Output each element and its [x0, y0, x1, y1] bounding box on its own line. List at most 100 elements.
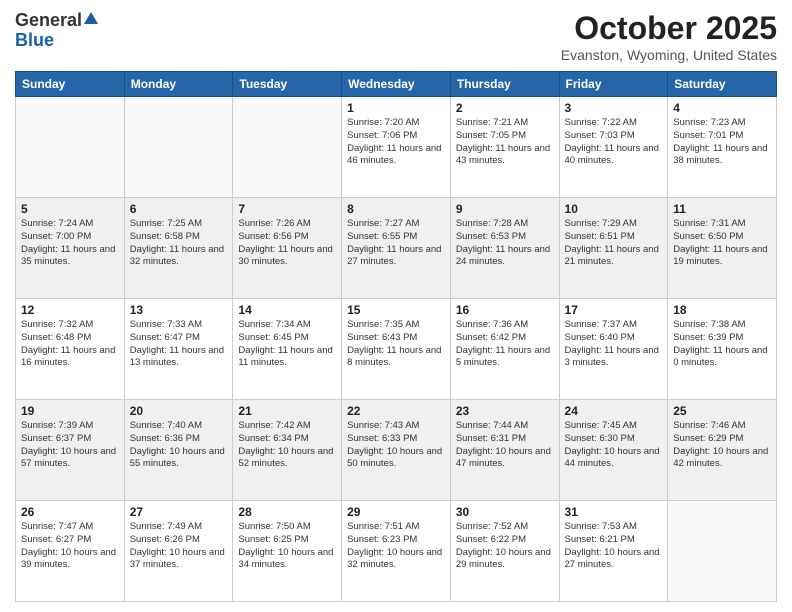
day-info: Sunrise: 7:46 AM Sunset: 6:29 PM Dayligh…	[673, 420, 771, 471]
calendar-cell: 11 Sunrise: 7:31 AM Sunset: 6:50 PM Dayli…	[668, 198, 777, 299]
day-number: 24	[565, 404, 663, 418]
calendar-cell: 14 Sunrise: 7:34 AM Sunset: 6:45 PM Dayli…	[233, 299, 342, 400]
day-number: 10	[565, 202, 663, 216]
day-info: Sunrise: 7:23 AM Sunset: 7:01 PM Dayligh…	[673, 117, 771, 168]
calendar-cell: 17Sunrise: 7:37 AM Sunset: 6:40 PM Dayli…	[559, 299, 668, 400]
day-info: Sunrise: 7:21 AM Sunset: 7:05 PM Dayligh…	[456, 117, 554, 168]
day-number: 17	[565, 303, 663, 317]
day-number: 18	[673, 303, 771, 317]
calendar-cell: 25 Sunrise: 7:46 AM Sunset: 6:29 PM Dayli…	[668, 400, 777, 501]
day-number: 12	[21, 303, 119, 317]
day-info: Sunrise: 7:38 AM Sunset: 6:39 PM Dayligh…	[673, 319, 771, 370]
calendar-cell	[16, 97, 125, 198]
day-of-week-header: Wednesday	[342, 72, 451, 97]
day-info: Sunrise: 7:36 AM Sunset: 6:42 PM Dayligh…	[456, 319, 554, 370]
calendar-cell: 21Sunrise: 7:42 AM Sunset: 6:34 PM Dayli…	[233, 400, 342, 501]
calendar-cell	[668, 501, 777, 602]
day-number: 19	[21, 404, 119, 418]
calendar-cell	[233, 97, 342, 198]
calendar-cell: 20 Sunrise: 7:40 AM Sunset: 6:36 PM Dayli…	[124, 400, 233, 501]
day-number: 6	[130, 202, 228, 216]
day-number: 31	[565, 505, 663, 519]
day-info: Sunrise: 7:44 AM Sunset: 6:31 PM Dayligh…	[456, 420, 554, 471]
calendar-cell: 23 Sunrise: 7:44 AM Sunset: 6:31 PM Dayli…	[450, 400, 559, 501]
day-of-week-header: Friday	[559, 72, 668, 97]
day-number: 14	[238, 303, 336, 317]
day-info: Sunrise: 7:45 AM Sunset: 6:30 PM Dayligh…	[565, 420, 663, 471]
day-info: Sunrise: 7:27 AM Sunset: 6:55 PM Dayligh…	[347, 218, 445, 269]
logo-blue-text: Blue	[15, 31, 54, 51]
day-info: Sunrise: 7:28 AM Sunset: 6:53 PM Dayligh…	[456, 218, 554, 269]
calendar-cell: 30 Sunrise: 7:52 AM Sunset: 6:22 PM Dayli…	[450, 501, 559, 602]
calendar-cell: 3 Sunrise: 7:22 AM Sunset: 7:03 PM Daylig…	[559, 97, 668, 198]
day-number: 20	[130, 404, 228, 418]
day-number: 27	[130, 505, 228, 519]
logo: General Blue	[15, 10, 99, 51]
logo-icon: General	[15, 10, 99, 31]
calendar-cell: 16 Sunrise: 7:36 AM Sunset: 6:42 PM Dayli…	[450, 299, 559, 400]
day-info: Sunrise: 7:52 AM Sunset: 6:22 PM Dayligh…	[456, 521, 554, 572]
calendar-cell: 9Sunrise: 7:28 AM Sunset: 6:53 PM Daylig…	[450, 198, 559, 299]
logo-general-text: General	[15, 11, 82, 31]
page: General Blue October 2025 Evanston, Wyom…	[0, 0, 792, 612]
day-info: Sunrise: 7:43 AM Sunset: 6:33 PM Dayligh…	[347, 420, 445, 471]
day-info: Sunrise: 7:22 AM Sunset: 7:03 PM Dayligh…	[565, 117, 663, 168]
calendar-cell: 15Sunrise: 7:35 AM Sunset: 6:43 PM Dayli…	[342, 299, 451, 400]
day-number: 22	[347, 404, 445, 418]
day-number: 3	[565, 101, 663, 115]
day-of-week-header: Sunday	[16, 72, 125, 97]
calendar-week-row: 26 Sunrise: 7:47 AM Sunset: 6:27 PM Dayli…	[16, 501, 777, 602]
calendar-cell: 22 Sunrise: 7:43 AM Sunset: 6:33 PM Dayli…	[342, 400, 451, 501]
day-info: Sunrise: 7:20 AM Sunset: 7:06 PM Dayligh…	[347, 117, 445, 168]
day-number: 13	[130, 303, 228, 317]
day-number: 29	[347, 505, 445, 519]
day-info: Sunrise: 7:32 AM Sunset: 6:48 PM Dayligh…	[21, 319, 119, 370]
day-info: Sunrise: 7:50 AM Sunset: 6:25 PM Dayligh…	[238, 521, 336, 572]
day-number: 4	[673, 101, 771, 115]
calendar-cell: 26 Sunrise: 7:47 AM Sunset: 6:27 PM Dayli…	[16, 501, 125, 602]
calendar-cell: 10 Sunrise: 7:29 AM Sunset: 6:51 PM Dayli…	[559, 198, 668, 299]
day-number: 16	[456, 303, 554, 317]
location: Evanston, Wyoming, United States	[561, 47, 777, 63]
title-section: October 2025 Evanston, Wyoming, United S…	[561, 10, 777, 63]
day-info: Sunrise: 7:29 AM Sunset: 6:51 PM Dayligh…	[565, 218, 663, 269]
calendar-cell: 29 Sunrise: 7:51 AM Sunset: 6:23 PM Dayli…	[342, 501, 451, 602]
day-number: 25	[673, 404, 771, 418]
calendar-cell: 8 Sunrise: 7:27 AM Sunset: 6:55 PM Daylig…	[342, 198, 451, 299]
day-info: Sunrise: 7:26 AM Sunset: 6:56 PM Dayligh…	[238, 218, 336, 269]
day-info: Sunrise: 7:34 AM Sunset: 6:45 PM Dayligh…	[238, 319, 336, 370]
day-info: Sunrise: 7:40 AM Sunset: 6:36 PM Dayligh…	[130, 420, 228, 471]
day-of-week-header: Saturday	[668, 72, 777, 97]
day-info: Sunrise: 7:31 AM Sunset: 6:50 PM Dayligh…	[673, 218, 771, 269]
day-info: Sunrise: 7:51 AM Sunset: 6:23 PM Dayligh…	[347, 521, 445, 572]
header: General Blue October 2025 Evanston, Wyom…	[15, 10, 777, 63]
day-of-week-header: Tuesday	[233, 72, 342, 97]
logo-arrow-icon	[83, 10, 99, 26]
day-info: Sunrise: 7:47 AM Sunset: 6:27 PM Dayligh…	[21, 521, 119, 572]
month-title: October 2025	[561, 10, 777, 47]
day-number: 7	[238, 202, 336, 216]
calendar-table: SundayMondayTuesdayWednesdayThursdayFrid…	[15, 71, 777, 602]
day-info: Sunrise: 7:42 AM Sunset: 6:34 PM Dayligh…	[238, 420, 336, 471]
day-info: Sunrise: 7:49 AM Sunset: 6:26 PM Dayligh…	[130, 521, 228, 572]
calendar-cell	[124, 97, 233, 198]
calendar-cell: 13Sunrise: 7:33 AM Sunset: 6:47 PM Dayli…	[124, 299, 233, 400]
day-of-week-header: Thursday	[450, 72, 559, 97]
calendar-header-row: SundayMondayTuesdayWednesdayThursdayFrid…	[16, 72, 777, 97]
day-number: 15	[347, 303, 445, 317]
day-number: 1	[347, 101, 445, 115]
calendar-week-row: 12 Sunrise: 7:32 AM Sunset: 6:48 PM Dayli…	[16, 299, 777, 400]
day-number: 8	[347, 202, 445, 216]
day-number: 30	[456, 505, 554, 519]
day-number: 26	[21, 505, 119, 519]
calendar-cell: 19Sunrise: 7:39 AM Sunset: 6:37 PM Dayli…	[16, 400, 125, 501]
calendar-cell: 7 Sunrise: 7:26 AM Sunset: 6:56 PM Daylig…	[233, 198, 342, 299]
day-number: 11	[673, 202, 771, 216]
calendar-cell: 4 Sunrise: 7:23 AM Sunset: 7:01 PM Daylig…	[668, 97, 777, 198]
day-number: 5	[21, 202, 119, 216]
calendar-cell: 24 Sunrise: 7:45 AM Sunset: 6:30 PM Dayli…	[559, 400, 668, 501]
calendar-week-row: 19Sunrise: 7:39 AM Sunset: 6:37 PM Dayli…	[16, 400, 777, 501]
day-number: 23	[456, 404, 554, 418]
calendar-cell: 2Sunrise: 7:21 AM Sunset: 7:05 PM Daylig…	[450, 97, 559, 198]
calendar-cell: 12 Sunrise: 7:32 AM Sunset: 6:48 PM Dayli…	[16, 299, 125, 400]
